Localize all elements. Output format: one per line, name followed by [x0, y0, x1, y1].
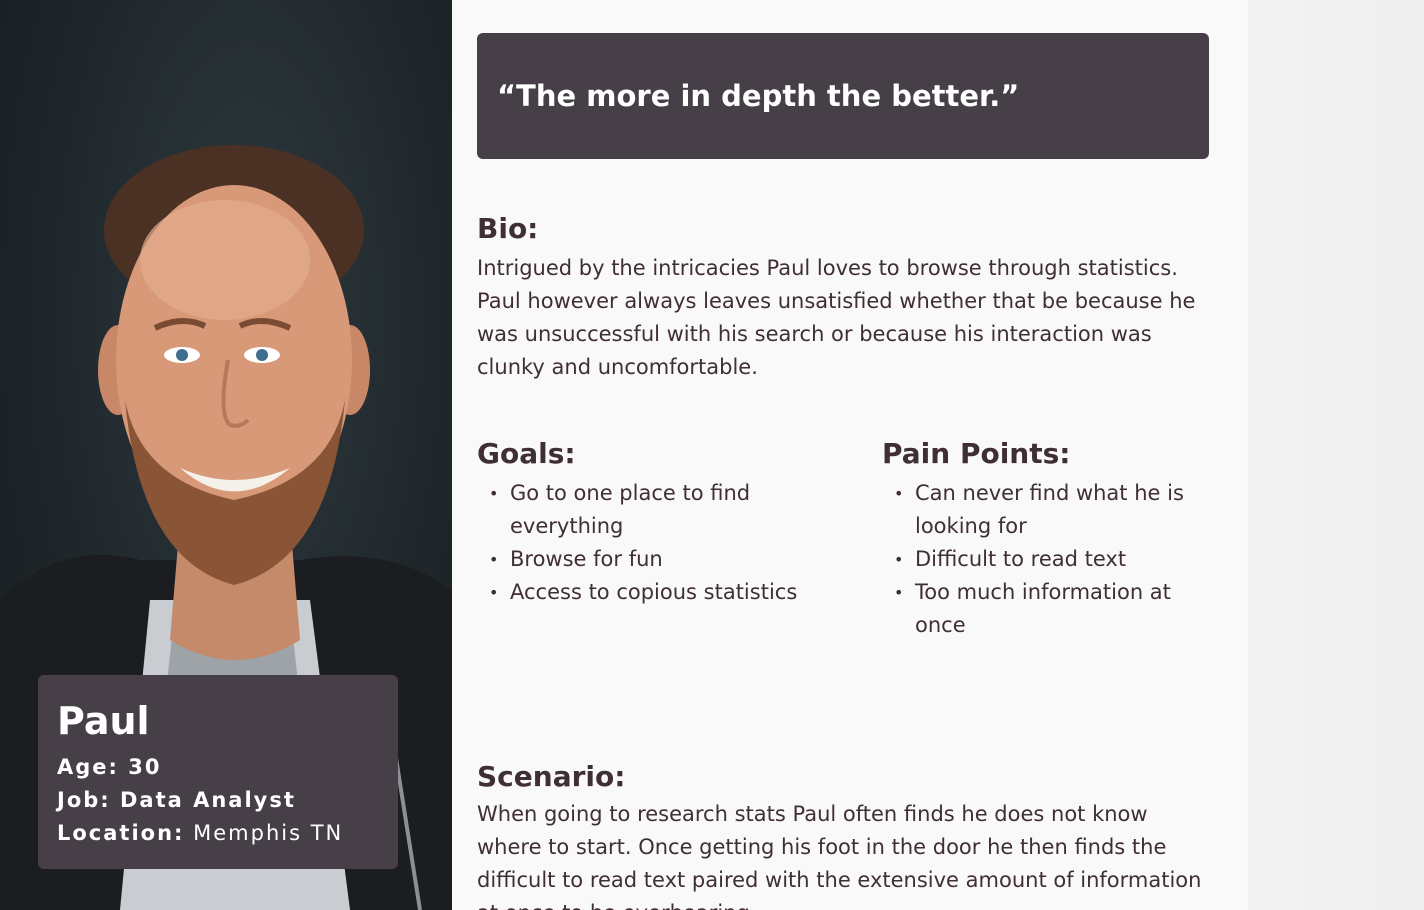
list-item: Go to one place to find everything [489, 477, 800, 543]
job-value: Data Analyst [110, 788, 296, 812]
scenario-text: When going to research stats Paul often … [477, 802, 1202, 910]
persona-details: “The more in depth the better.” Bio: Int… [452, 0, 1248, 910]
persona-age: Age: 30 [57, 751, 379, 784]
scenario-heading: Scenario: [477, 760, 626, 793]
pain-points-heading: Pain Points: [882, 437, 1071, 470]
page-margin [1248, 0, 1424, 910]
persona-photo: Paul Age: 30 Job: Data Analyst Location:… [0, 0, 452, 910]
persona-name: Paul [57, 699, 150, 743]
job-label: Job: [57, 788, 111, 812]
bio-text: Intrigued by the intricacies Paul loves … [477, 256, 1196, 379]
persona-identity-card: Paul Age: 30 Job: Data Analyst Location:… [38, 675, 398, 869]
list-item: Browse for fun [489, 543, 800, 576]
pain-points-list: Can never find what he is looking for Di… [882, 477, 1215, 642]
persona-job: Job: Data Analyst [57, 784, 379, 817]
goals-list: Go to one place to find everything Brows… [477, 477, 800, 609]
list-item: Can never find what he is looking for [894, 477, 1215, 543]
goals-heading: Goals: [477, 437, 576, 470]
list-item: Access to copious statistics [489, 576, 800, 609]
persona-location: Location: Memphis TN [57, 817, 379, 850]
age-value: 30 [118, 755, 162, 779]
list-item: Difficult to read text [894, 543, 1215, 576]
location-value: Memphis TN [184, 821, 344, 845]
age-label: Age: [57, 755, 119, 779]
location-label: Location: [57, 821, 185, 845]
bio-heading: Bio: [477, 212, 539, 245]
persona-quote: “The more in depth the better.” [497, 79, 1020, 113]
quote-card: “The more in depth the better.” [477, 33, 1209, 159]
list-item: Too much information at once [894, 576, 1215, 642]
